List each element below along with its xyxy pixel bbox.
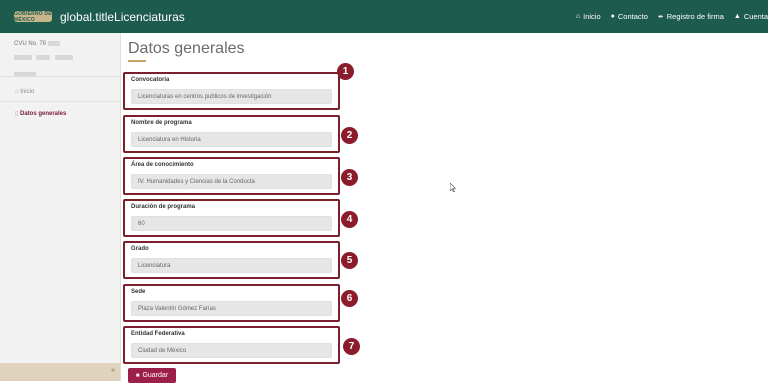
nav-cuenta-label: Cuenta <box>743 12 768 21</box>
callout-badge-6: 6 <box>341 290 358 307</box>
field-nombre-programa: Nombre de programa Licenciatura en Histo… <box>123 115 340 153</box>
field-label: Área de conocimiento <box>131 162 194 168</box>
nombre-programa-input[interactable]: Licenciatura en Historia <box>131 132 332 147</box>
field-label: Grado <box>131 246 149 252</box>
sidebar-item-datos-generales[interactable]: ▯ Datos generales <box>15 110 66 117</box>
sede-input[interactable]: Plaza Valentín Gómez Farías <box>131 301 332 316</box>
nav-registro-firma[interactable]: ✒ Registro de firma <box>658 12 724 21</box>
title-underline <box>128 60 146 62</box>
nav-inicio[interactable]: ⌂ Inicio <box>576 12 601 21</box>
field-entidad-federativa: Entidad Federativa Ciudad de México <box>123 326 340 364</box>
sidebar-item-label: Inicio <box>20 89 35 95</box>
sidebar-item-label: Datos generales <box>19 111 67 117</box>
callout-badge-5: 5 <box>341 252 358 269</box>
convocatoria-input[interactable]: Licenciaturas en centros publicos de inv… <box>131 89 332 104</box>
nav-registro-firma-label: Registro de firma <box>666 12 724 21</box>
nav-inicio-label: Inicio <box>583 12 601 21</box>
mouse-cursor-icon <box>450 183 456 192</box>
sidebar: CVU No. 78 ⌂ Inicio ▯ Datos generales « <box>0 33 121 381</box>
brand[interactable]: GOBIERNO DE MÉXICO global.titleLicenciat… <box>14 10 185 24</box>
entidad-federativa-input[interactable]: Ciudad de México <box>131 343 332 358</box>
field-label: Nombre de programa <box>131 120 192 126</box>
divider <box>0 101 120 102</box>
home-icon: ⌂ <box>575 13 581 20</box>
field-label: Duración de programa <box>131 204 196 210</box>
field-label: Convocatoria <box>131 77 170 83</box>
save-button-label: Guardar <box>142 372 169 379</box>
floppy-disk-icon: ■ <box>135 372 140 379</box>
page-title: Datos generales <box>128 40 245 57</box>
field-area-conocimiento: Área de conocimiento IV. Humanidades y C… <box>123 157 340 195</box>
callout-badge-4: 4 <box>341 211 358 228</box>
top-navbar: GOBIERNO DE MÉXICO global.titleLicenciat… <box>0 0 768 33</box>
redacted-text <box>47 41 60 46</box>
cvu-number: CVU No. 78 <box>14 41 60 47</box>
area-conocimiento-input[interactable]: IV. Humanidades y Ciencias de la Conduct… <box>131 174 332 189</box>
field-duracion-programa: Duración de programa 60 <box>123 199 340 237</box>
signature-icon: ✒ <box>657 13 664 21</box>
field-convocatoria: Convocatoria Licenciaturas en centros pu… <box>123 72 340 110</box>
document-icon: ▯ <box>15 111 19 117</box>
divider <box>0 76 120 77</box>
chat-icon: ● <box>610 13 615 20</box>
field-label: Sede <box>131 289 146 295</box>
nav-contacto-label: Contacto <box>617 12 648 21</box>
field-grado: Grado Licenciatura <box>123 241 340 279</box>
callout-badge-7: 7 <box>343 338 360 355</box>
field-label: Entidad Federativa <box>131 331 185 337</box>
duracion-programa-input[interactable]: 60 <box>131 216 332 231</box>
grado-input[interactable]: Licenciatura <box>131 258 332 273</box>
user-icon: ▲ <box>733 13 741 20</box>
top-nav-menu: ⌂ Inicio ● Contacto ✒ Registro de firma … <box>576 0 768 33</box>
redacted-user-extra <box>14 66 36 84</box>
sidebar-item-inicio[interactable]: ⌂ Inicio <box>15 89 34 95</box>
field-sede: Sede Plaza Valentín Gómez Farías <box>123 284 340 322</box>
redacted-user-info <box>14 55 73 61</box>
gobierno-logo: GOBIERNO DE MÉXICO <box>14 10 52 23</box>
callout-badge-3: 3 <box>341 169 358 186</box>
callout-badge-2: 2 <box>341 127 358 144</box>
nav-cuenta[interactable]: ▲ Cuenta <box>734 12 768 21</box>
cvu-label: CVU No. 78 <box>14 41 47 48</box>
chevron-left-icon: « <box>111 367 115 374</box>
sidebar-collapse-bar[interactable]: « <box>0 363 120 381</box>
app-title: global.titleLicenciaturas <box>60 9 185 24</box>
callout-badge-1: 1 <box>337 63 354 80</box>
home-icon: ⌂ <box>15 89 19 95</box>
nav-contacto[interactable]: ● Contacto <box>611 12 648 21</box>
